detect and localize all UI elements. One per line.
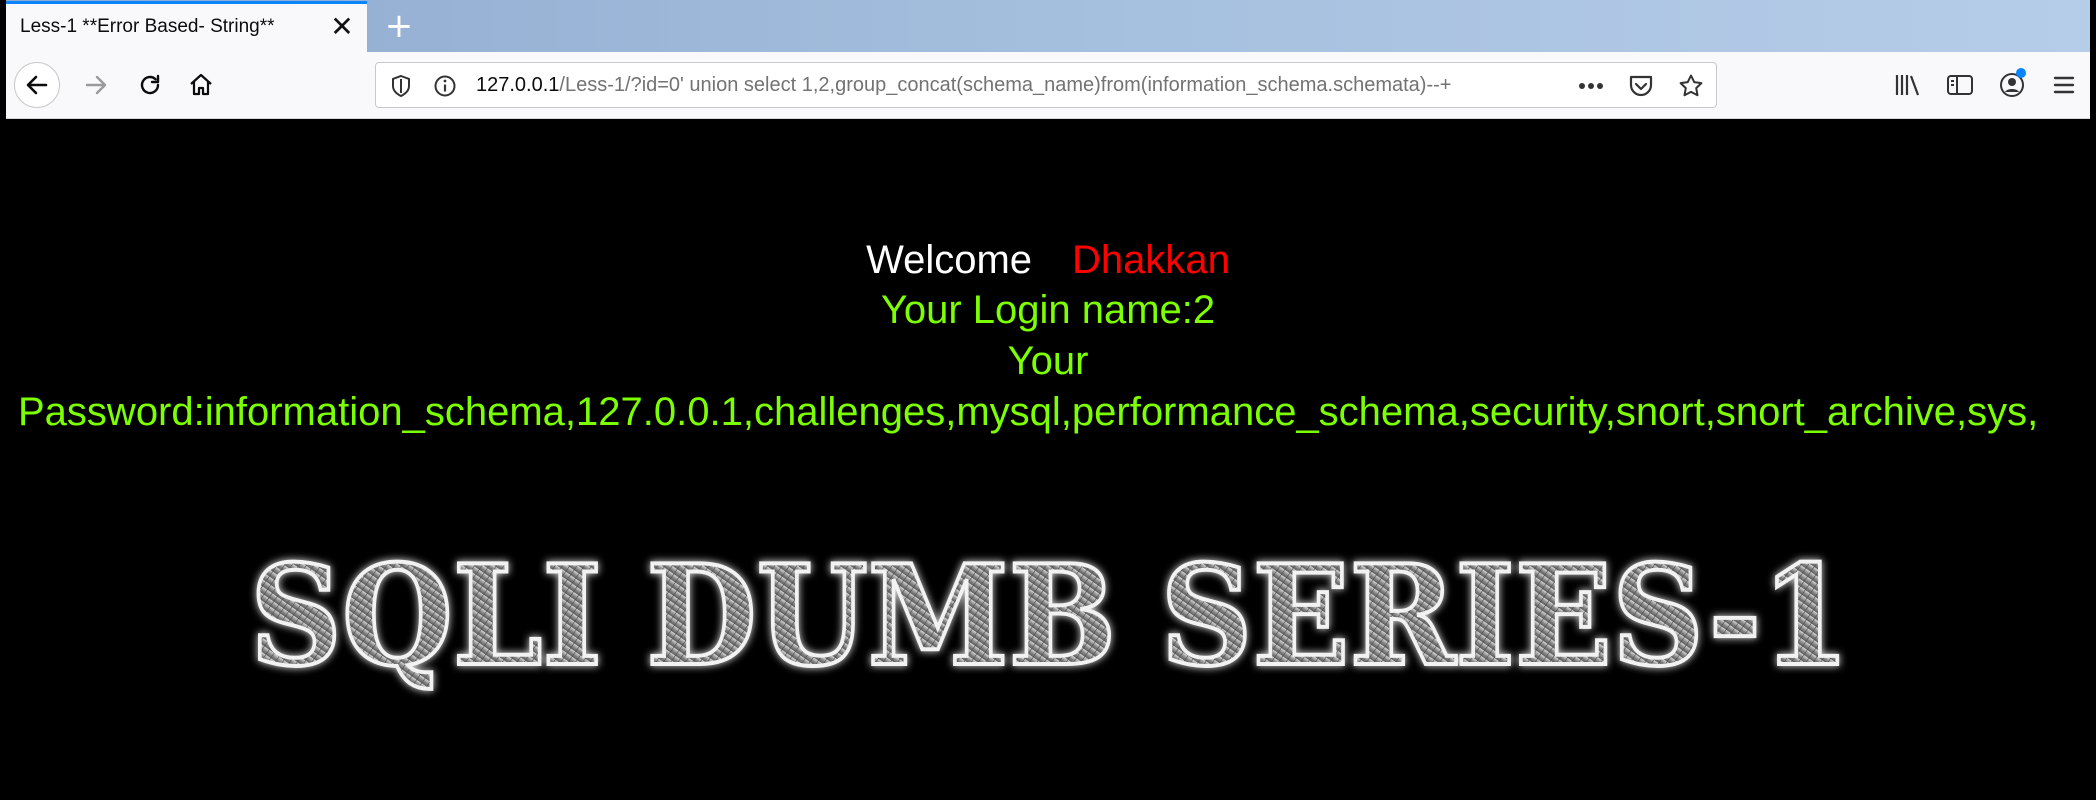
browser-chrome: Less-1 **Error Based- String** ✕ + 127.0… [6,0,2090,119]
new-tab-icon[interactable]: + [379,6,419,46]
your-label: Your [1007,339,1089,383]
library-icon[interactable] [1882,62,1934,108]
reload-button[interactable] [127,62,173,108]
navigation-toolbar: 127.0.0.1/Less-1/?id=0' union select 1,2… [6,52,2090,119]
close-tab-icon[interactable]: ✕ [327,10,357,44]
account-icon[interactable] [1986,62,2038,108]
banner-text: SQLI DUMB SERIES-1 [250,534,1850,697]
back-arrow-icon [26,75,48,95]
url-path: /Less-1/?id=0' union select 1,2,group_co… [559,74,1452,96]
page-actions-icon[interactable] [1576,71,1606,101]
pocket-icon[interactable] [1626,71,1656,101]
reload-icon [140,74,160,95]
welcome-line: Welcome Dhakkan [0,234,2096,286]
welcome-text: Welcome [866,238,1033,282]
address-bar[interactable]: 127.0.0.1/Less-1/?id=0' union select 1,2… [375,62,1717,108]
page-content: Welcome Dhakkan Your Login name:2 Your Pa… [0,119,2096,800]
tab-strip: Less-1 **Error Based- String** ✕ + [6,0,2090,52]
home-icon [190,73,212,96]
bookmark-star-icon[interactable] [1676,71,1706,101]
back-button[interactable] [14,62,60,108]
password-text: Password:information_schema,127.0.0.1,ch… [18,390,2039,434]
browser-tab[interactable]: Less-1 **Error Based- String** ✕ [6,1,367,52]
user-name: Dhakkan [1072,238,1230,282]
sqli-banner-image: SQLI DUMB SERIES-1 [240,532,1860,704]
notification-dot [2016,68,2026,78]
menu-icon[interactable] [2038,62,2090,108]
forward-button[interactable] [73,62,119,108]
login-name-text: Your Login name:2 [880,288,1216,332]
url-text[interactable]: 127.0.0.1/Less-1/?id=0' union select 1,2… [476,74,1451,97]
home-button[interactable] [178,62,224,108]
url-host: 127.0.0.1 [476,74,560,96]
tab-title: Less-1 **Error Based- String** [20,16,275,37]
shield-icon[interactable] [388,73,414,99]
info-icon[interactable] [432,73,458,99]
sidebar-icon[interactable] [1934,62,1986,108]
forward-arrow-icon [85,75,107,95]
